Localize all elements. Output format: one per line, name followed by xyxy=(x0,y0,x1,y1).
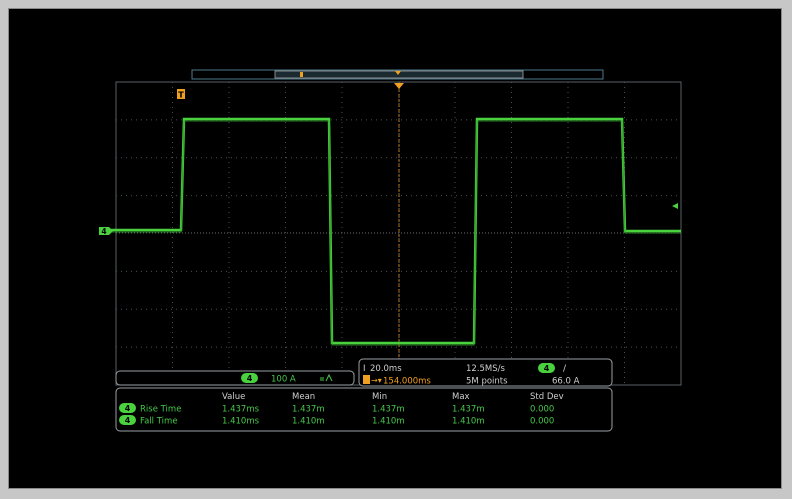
measurement-mean: 1.410m xyxy=(292,417,325,427)
measurement-table[interactable]: Value Mean Min Max Std Dev 4 Rise Time 1… xyxy=(115,387,613,432)
oscilloscope-screen: T 4 4 100 A I 20.0ms 12.5MS/s 4 / →▾ 154… xyxy=(8,8,782,489)
scope-display: T 4 4 100 A I 20.0ms 12.5MS/s 4 / →▾ 154… xyxy=(99,69,682,432)
svg-text:4: 4 xyxy=(125,416,131,425)
trigger-position-marker[interactable] xyxy=(394,83,404,89)
measurement-min: 1.410m xyxy=(372,417,405,427)
measurement-name: Rise Time xyxy=(140,405,181,415)
header-mean: Mean xyxy=(292,392,315,402)
trigger-level: 66.0 A xyxy=(552,377,580,387)
waveform-noise-band xyxy=(107,120,681,346)
time-per-div: 20.0ms xyxy=(370,364,402,374)
horizontal-trigger-readout[interactable]: I 20.0ms 12.5MS/s 4 / →▾ 154.000ms 5M po… xyxy=(358,358,613,387)
svg-text:4: 4 xyxy=(544,364,550,373)
svg-text:4: 4 xyxy=(125,404,131,413)
time-per-div-icon: I xyxy=(363,364,366,374)
measurement-value: 1.437ms xyxy=(222,405,260,415)
trigger-delay: 154.000ms xyxy=(383,377,431,387)
measurement-max: 1.437m xyxy=(452,405,485,415)
measurement-name: Fall Time xyxy=(140,417,178,427)
record-length: 5M points xyxy=(466,377,508,387)
svg-text:4: 4 xyxy=(247,374,253,383)
channel-readout[interactable]: 4 100 A xyxy=(115,370,355,386)
measurement-value: 1.410ms xyxy=(222,417,260,427)
header-max: Max xyxy=(452,392,470,402)
trigger-marker[interactable]: T xyxy=(177,89,185,100)
sample-rate: 12.5MS/s xyxy=(466,364,506,374)
delay-arrow-icon: →▾ xyxy=(371,376,382,385)
trigger-level-marker[interactable] xyxy=(672,203,678,209)
header-std-dev: Std Dev xyxy=(530,392,564,402)
header-min: Min xyxy=(372,392,387,402)
svg-text:T: T xyxy=(178,91,184,100)
delay-marker-icon xyxy=(363,375,370,384)
measurement-std-dev: 0.000 xyxy=(530,405,554,415)
svg-text:4: 4 xyxy=(101,227,106,236)
channel-scale: 100 A xyxy=(271,375,296,385)
record-view-bar[interactable] xyxy=(191,69,604,80)
header-value: Value xyxy=(222,392,245,402)
channel-4-ground-marker[interactable]: 4 xyxy=(99,227,113,236)
measurement-mean: 1.437m xyxy=(292,405,325,415)
measurement-std-dev: 0.000 xyxy=(530,417,554,427)
channel-4-waveform xyxy=(107,117,681,345)
measurement-min: 1.437m xyxy=(372,405,405,415)
measurement-max: 1.410m xyxy=(452,417,485,427)
